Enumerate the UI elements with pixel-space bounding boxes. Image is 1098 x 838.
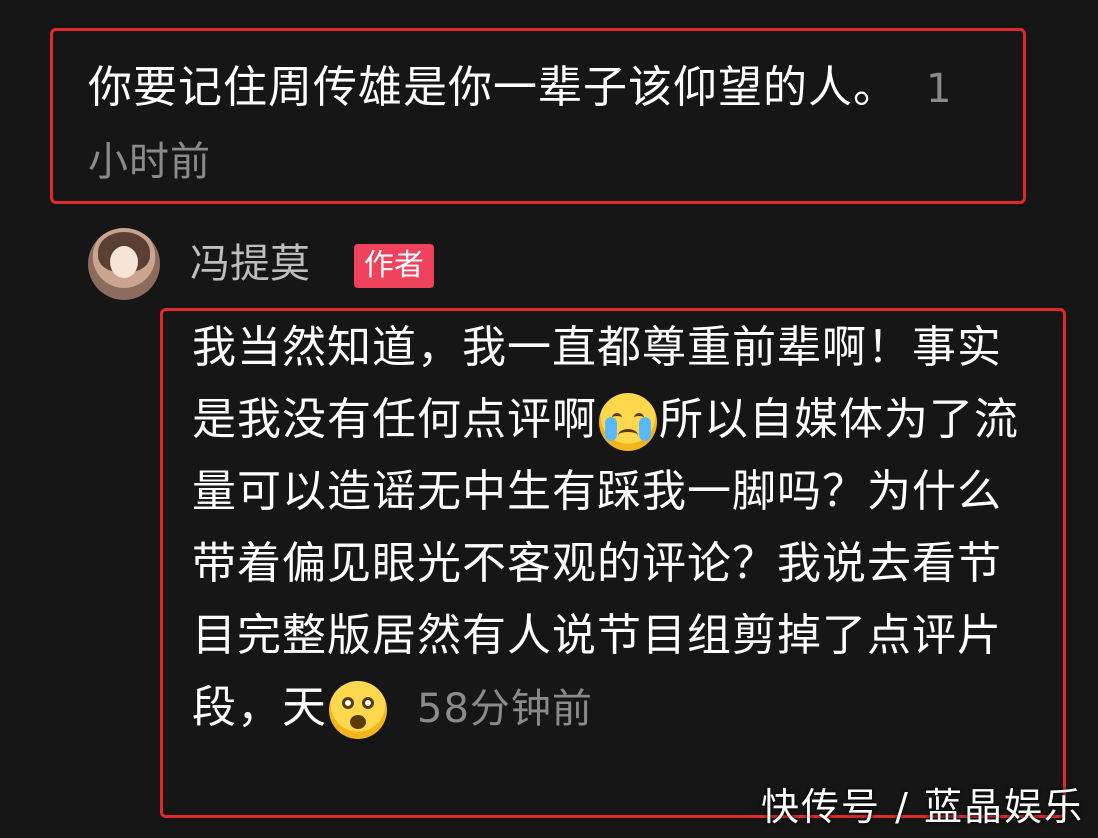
avatar-face	[110, 246, 138, 278]
top-comment[interactable]: 你要记住周传雄是你一辈子该仰望的人。 1小时前	[88, 52, 988, 198]
watermark: 快传号 / 蓝晶娱乐	[761, 785, 1084, 829]
reply-username[interactable]: 冯提莫	[190, 236, 310, 292]
author-badge: 作者	[354, 244, 434, 288]
reply-comment[interactable]: 我当然知道，我一直都尊重前辈啊！事实是我没有任何点评啊 所以自媒体为了流量可以造谣…	[192, 312, 1042, 745]
avatar[interactable]	[88, 228, 160, 300]
reply-time: 58分钟前	[417, 686, 593, 732]
crying-face-icon	[599, 393, 657, 451]
comment-screen: 你要记住周传雄是你一辈子该仰望的人。 1小时前 冯提莫 作者 我当然知道，我一直都…	[0, 0, 1098, 838]
astonished-face-icon	[329, 681, 387, 739]
top-comment-text: 你要记住周传雄是你一辈子该仰望的人。	[88, 62, 898, 113]
